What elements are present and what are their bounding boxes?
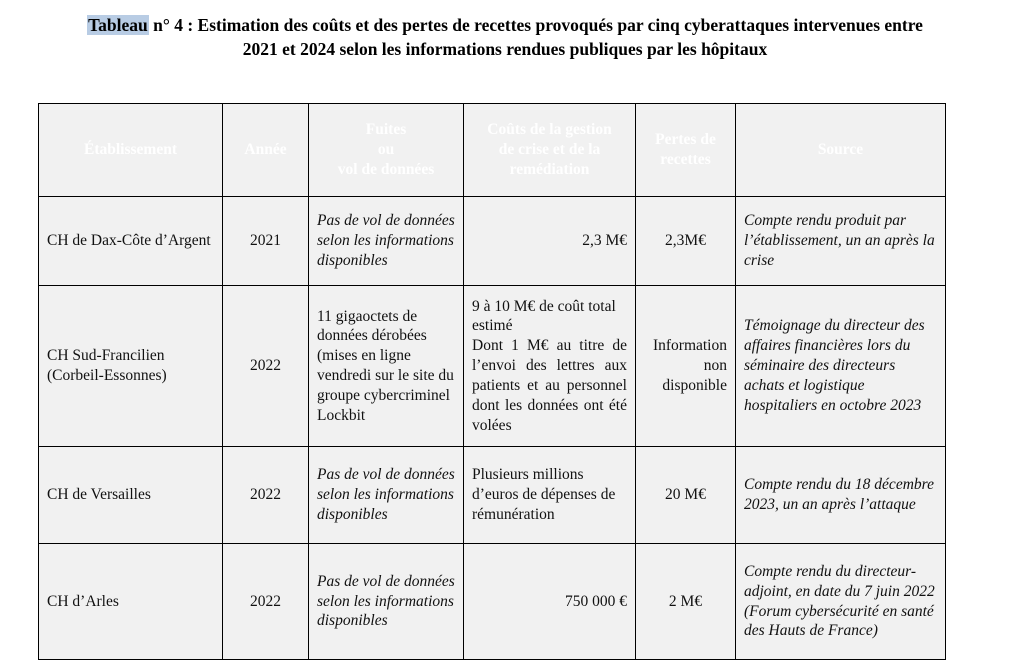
cell-source: Compte rendu du 18 décembre 2023, un an … — [735, 446, 946, 544]
column-header-pertes-line2: recettes — [660, 151, 711, 168]
document-page: Tableau n° 4 : Estimation des coûts et d… — [0, 0, 1010, 660]
caption-rest: n° 4 : Estimation des coûts et des perte… — [148, 15, 923, 59]
table-caption: Tableau n° 4 : Estimation des coûts et d… — [0, 0, 1010, 61]
column-header-couts-line3: remédiation — [509, 160, 590, 178]
cell-fuites: Pas de vol de données selon les informat… — [308, 543, 464, 660]
cyberattack-cost-table: Établissement Année Fuites ou vol de don… — [38, 103, 946, 660]
table-row: CH Sud-Francilien (Corbeil-Essonnes) 202… — [38, 285, 946, 447]
cell-fuites: 11 gigaoctets de données dérobées (mises… — [308, 285, 464, 447]
cell-fuites: Pas de vol de données selon les informat… — [308, 446, 464, 544]
table-row: CH de Versailles 2022 Pas de vol de donn… — [38, 446, 946, 544]
cell-source: Témoignage du directeur des affaires fin… — [735, 285, 946, 447]
cell-pertes: 2 M€ — [635, 543, 736, 660]
cell-couts: 750 000 € — [463, 543, 636, 660]
column-header-fuites: Fuites ou vol de données — [308, 103, 464, 197]
table-row: CH d’Arles 2022 Pas de vol de données se… — [38, 543, 946, 660]
cell-pertes: Information non disponible — [635, 285, 736, 447]
cell-annee: 2021 — [222, 196, 309, 286]
column-header-fuites-line1: Fuites — [365, 121, 407, 139]
table-row: CH de Dax-Côte d’Argent 2021 Pas de vol … — [38, 196, 946, 286]
table-container: Établissement Année Fuites ou vol de don… — [38, 103, 946, 660]
cell-couts-detail: Dont 1 M€ au titre de l’envoi des lettre… — [472, 337, 627, 434]
cell-couts: 9 à 10 M€ de coût total estimé Dont 1 M€… — [463, 285, 636, 447]
cell-etablissement: CH de Dax-Côte d’Argent — [38, 196, 223, 286]
cell-annee: 2022 — [222, 285, 309, 447]
cell-source: Compte rendu du directeur-adjoint, en da… — [735, 543, 946, 660]
caption-highlight: Tableau — [87, 15, 149, 35]
column-header-pertes: Pertes de recettes — [635, 103, 736, 197]
cell-source: Compte rendu produit par l’établissement… — [735, 196, 946, 286]
column-header-etablissement: Établissement — [38, 103, 223, 197]
column-header-couts-line2: de crise et de la — [498, 141, 601, 159]
cell-etablissement: CH Sud-Francilien (Corbeil-Essonnes) — [38, 285, 223, 447]
column-header-couts: Coûts de la gestion de crise et de la re… — [463, 103, 636, 197]
column-header-pertes-line1: Pertes de — [655, 131, 716, 149]
cell-etablissement: CH d’Arles — [38, 543, 223, 660]
cell-annee: 2022 — [222, 543, 309, 660]
column-header-fuites-line2: ou — [377, 141, 395, 159]
column-header-source: Source — [735, 103, 946, 197]
cell-pertes: 2,3M€ — [635, 196, 736, 286]
column-header-couts-line1: Coûts de la gestion — [487, 121, 612, 139]
table-header-row: Établissement Année Fuites ou vol de don… — [38, 103, 946, 197]
cell-couts-summary: 9 à 10 M€ de coût total estimé — [472, 297, 616, 335]
cell-couts: Plusieurs millions d’euros de dépenses d… — [463, 446, 636, 544]
cell-pertes: 20 M€ — [635, 446, 736, 544]
cell-fuites: Pas de vol de données selon les informat… — [308, 196, 464, 286]
column-header-fuites-line3: vol de données — [337, 160, 435, 178]
cell-etablissement: CH de Versailles — [38, 446, 223, 544]
cell-annee: 2022 — [222, 446, 309, 544]
column-header-annee: Année — [222, 103, 309, 197]
cell-couts: 2,3 M€ — [463, 196, 636, 286]
